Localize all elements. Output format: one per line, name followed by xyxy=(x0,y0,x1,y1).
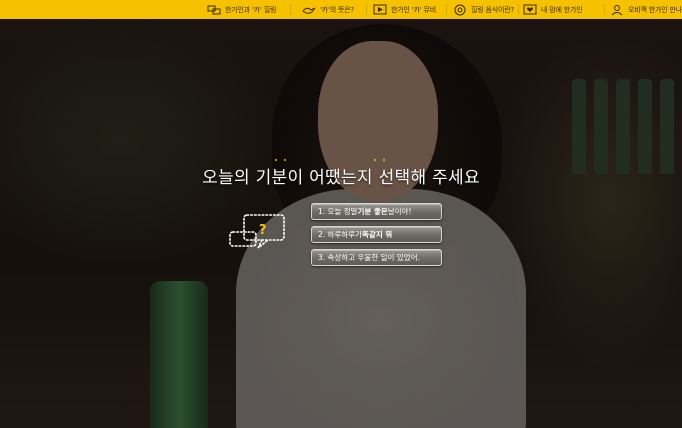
bird-icon xyxy=(302,7,316,14)
mood-choice-1[interactable]: 1. 오늘 정말 기분 좋은 날이야! xyxy=(311,203,442,220)
person-icon xyxy=(611,4,623,15)
nav-divider xyxy=(290,4,291,15)
nav-item-music-video[interactable]: 한가인 '카' 뮤비 xyxy=(373,0,436,19)
choice-prefix: 1. 오늘 정말 xyxy=(318,207,358,216)
nav-divider xyxy=(366,4,367,15)
heart-message-icon xyxy=(523,4,537,14)
nav-item-meaning[interactable]: '카'의 뜻은? xyxy=(302,0,354,19)
choice-highlight: 기분 좋은 xyxy=(357,207,388,216)
mood-choice-2[interactable]: 2. 하루하루가 똑같지 뭐 xyxy=(311,226,442,243)
accent-dot xyxy=(374,159,376,161)
nav-label: 오비맥 한가인 만나 xyxy=(628,5,682,14)
accent-dot xyxy=(275,159,277,161)
choice-suffix: 날이야! xyxy=(387,207,412,216)
nav-label: 한가인 '카' 뮤비 xyxy=(391,5,436,14)
nav-item-healing-food[interactable]: 힐링 음식이란? xyxy=(453,0,514,19)
nav-label: 한가인과 '카' 힐링 xyxy=(225,5,277,14)
prompt-title: 오늘의 기분이 어땠는지 선택해 주세요 xyxy=(202,168,480,188)
nav-item-meet[interactable]: 오비맥 한가인 만나 xyxy=(610,0,682,19)
nav-label: 내 맘에 한가인 xyxy=(541,5,583,14)
nav-item-my-heart[interactable]: 내 맘에 한가인 xyxy=(523,0,583,19)
nav-item-healing[interactable]: 한가인과 '카' 힐링 xyxy=(207,0,276,19)
question-chat-icon: ? xyxy=(229,214,285,249)
chat-bubbles-icon xyxy=(207,5,221,14)
dark-overlay xyxy=(0,19,682,428)
accent-dot xyxy=(284,159,286,161)
choice-prefix: 2. 하루하루가 xyxy=(318,230,363,239)
background-photo xyxy=(0,19,682,428)
top-navigation-bar: 한가인과 '카' 힐링 '카'의 뜻은? 한가인 '카' 뮤비 힐링 음식이란?… xyxy=(0,0,682,19)
nav-label: '카'의 뜻은? xyxy=(320,5,354,14)
nav-divider xyxy=(518,4,519,15)
svg-text:?: ? xyxy=(259,223,267,238)
nav-divider xyxy=(604,4,605,15)
accent-dot xyxy=(383,159,385,161)
choice-highlight: 똑같지 뭐 xyxy=(362,230,393,239)
nav-divider xyxy=(446,4,447,15)
mood-choice-3[interactable]: 3. 속상하고 우울한 일이 있었어. xyxy=(311,249,442,266)
food-plate-icon xyxy=(454,4,466,15)
choice-prefix: 3. 속상하고 우울한 일이 있었어. xyxy=(318,253,420,262)
nav-label: 힐링 음식이란? xyxy=(471,5,514,14)
video-play-icon xyxy=(373,4,387,14)
